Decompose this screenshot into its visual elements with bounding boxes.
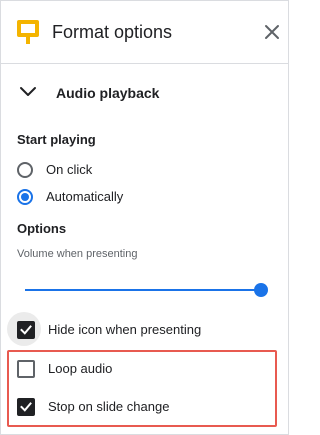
checkbox-label: Loop audio: [48, 361, 113, 376]
check-icon: [20, 402, 32, 412]
chevron-down-icon: [20, 87, 36, 96]
volume-slider[interactable]: [25, 281, 268, 299]
panel-header: Format options: [1, 1, 288, 63]
stop-on-slide-change-checkbox-row[interactable]: Stop on slide change: [1, 389, 288, 423]
radio-label: On click: [46, 162, 93, 177]
stop-on-slide-change-checkbox[interactable]: [17, 398, 35, 416]
volume-label: Volume when presenting: [17, 248, 138, 260]
close-icon[interactable]: [262, 22, 282, 42]
radio-label: Automatically: [46, 189, 124, 204]
panel-title: Format options: [52, 22, 173, 42]
start-playing-label: Start playing: [17, 132, 96, 147]
radio-automatically[interactable]: Automatically: [1, 182, 288, 212]
section-title: Audio playback: [56, 85, 160, 101]
radio-button[interactable]: [17, 162, 33, 178]
loop-audio-checkbox-row[interactable]: Loop audio: [1, 351, 288, 385]
radio-on-click[interactable]: On click: [1, 155, 288, 185]
options-label: Options: [17, 221, 67, 236]
check-icon: [20, 325, 32, 335]
audio-playback-section-toggle[interactable]: Audio playback: [1, 71, 288, 115]
hide-icon-checkbox-row[interactable]: Hide icon when presenting: [1, 312, 288, 346]
slides-icon: [17, 20, 39, 44]
slider-track: [25, 289, 261, 291]
radio-button-selected[interactable]: [17, 189, 33, 205]
loop-audio-checkbox[interactable]: [17, 360, 35, 378]
checkbox-label: Stop on slide change: [48, 399, 170, 414]
header-divider: [1, 63, 288, 64]
format-options-panel: Format options Audio playback Start play…: [0, 0, 289, 435]
slider-thumb[interactable]: [254, 283, 268, 297]
hide-icon-checkbox[interactable]: [17, 321, 35, 339]
checkbox-label: Hide icon when presenting: [48, 322, 202, 337]
